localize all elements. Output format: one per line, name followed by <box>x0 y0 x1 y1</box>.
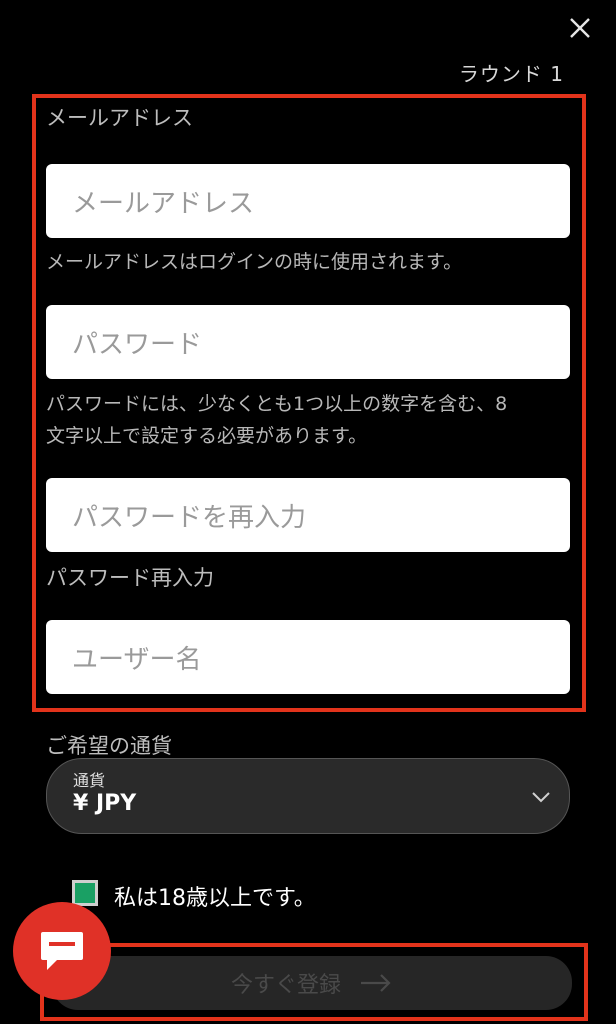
password-placeholder: パスワード <box>72 329 203 360</box>
currency-section-label: ご希望の通貨 <box>46 734 172 758</box>
password-confirm-field[interactable]: パスワードを再入力 <box>46 478 570 552</box>
username-placeholder: ユーザー名 <box>72 644 202 675</box>
password-confirm-helper: パスワード再入力 <box>46 566 214 590</box>
close-icon <box>570 18 590 38</box>
chevron-down-icon <box>532 792 550 803</box>
currency-caption: 通貨 <box>73 771 106 790</box>
chat-button[interactable] <box>13 902 111 1000</box>
password-field[interactable]: パスワード <box>46 305 570 379</box>
round-label: ラウンド 1 <box>458 62 564 86</box>
close-button[interactable] <box>560 8 600 48</box>
username-field[interactable]: ユーザー名 <box>46 620 570 694</box>
register-button-label: 今すぐ登録 <box>230 973 341 998</box>
currency-value: ¥ JPY <box>73 791 137 816</box>
chat-bubble-icon <box>41 932 83 970</box>
arrow-right-icon <box>361 974 391 992</box>
password-helper-line2: 文字以上で設定する必要があります。 <box>46 425 368 447</box>
email-helper-text: メールアドレスはログインの時に使用されます。 <box>46 251 463 273</box>
email-placeholder: メールアドレス <box>72 188 255 219</box>
currency-select[interactable]: 通貨 ¥ JPY <box>46 758 570 834</box>
email-section-label: メールアドレス <box>46 106 193 130</box>
age-checkbox-label: 私は18歳以上です。 <box>114 886 316 911</box>
password-confirm-placeholder: パスワードを再入力 <box>72 502 307 533</box>
age-checkbox[interactable] <box>72 880 98 906</box>
email-field[interactable]: メールアドレス <box>46 164 570 238</box>
password-helper-line1: パスワードには、少なくとも1つ以上の数字を含む、8 <box>46 393 508 415</box>
register-button[interactable]: 今すぐ登録 <box>52 956 572 1010</box>
